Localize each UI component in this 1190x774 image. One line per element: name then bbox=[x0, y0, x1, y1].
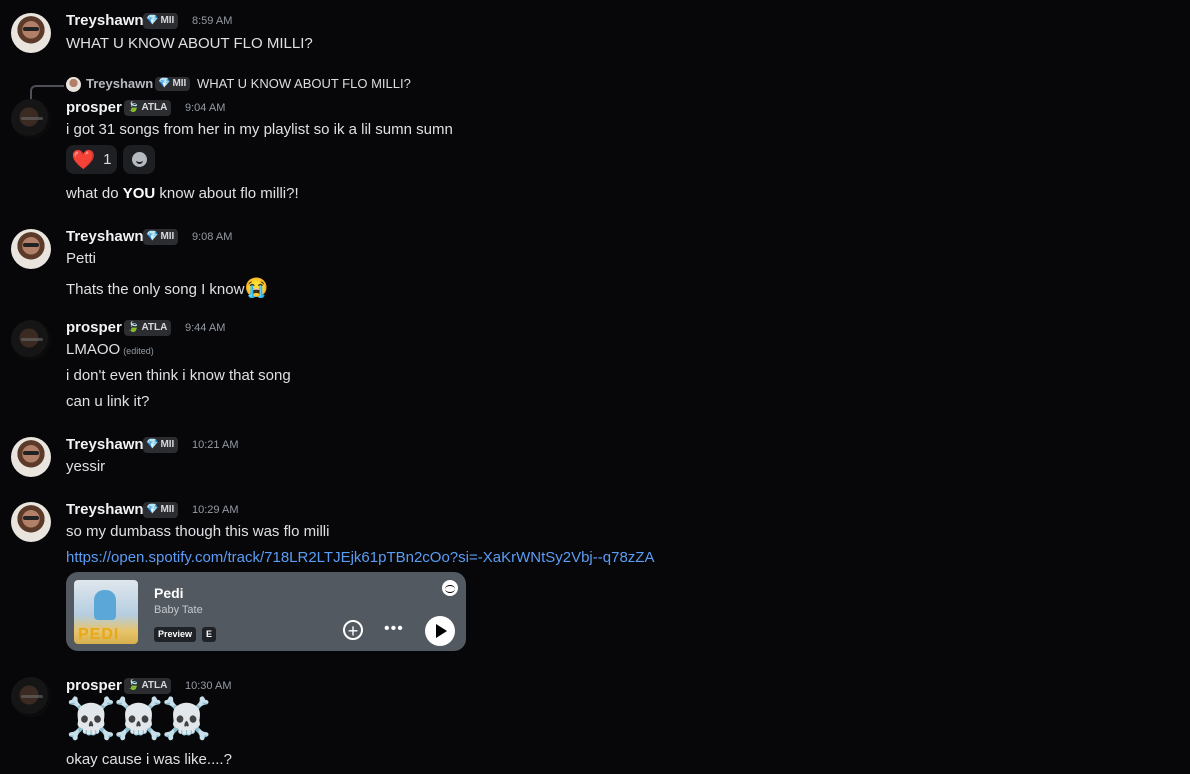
spotify-logo-icon[interactable] bbox=[442, 580, 458, 596]
heart-icon: ❤️ bbox=[71, 149, 96, 171]
timestamp[interactable]: 9:04 AM bbox=[185, 102, 225, 114]
play-button[interactable] bbox=[425, 616, 455, 646]
message-text: i got 31 songs from her in my playlist s… bbox=[66, 121, 453, 138]
role-badge[interactable]: 🍃 ATLA bbox=[124, 320, 172, 336]
avatar[interactable] bbox=[11, 13, 51, 53]
author-name[interactable]: prosper bbox=[66, 319, 122, 336]
spotify-embed[interactable]: PEDI Pedi Baby Tate Preview E + ••• bbox=[66, 572, 466, 651]
cover-text: PEDI bbox=[78, 626, 120, 643]
leaf-icon: 🍃 bbox=[127, 322, 140, 333]
reaction-heart[interactable]: ❤️ 1 bbox=[66, 145, 117, 174]
author-name[interactable]: prosper bbox=[66, 677, 122, 694]
track-artist[interactable]: Baby Tate bbox=[154, 604, 203, 616]
reply-preview[interactable]: WHAT U KNOW ABOUT FLO MILLI? bbox=[197, 76, 411, 91]
timestamp[interactable]: 10:30 AM bbox=[185, 680, 231, 692]
message-text: Petti bbox=[66, 250, 97, 267]
timestamp[interactable]: 8:59 AM bbox=[192, 15, 232, 27]
more-options-icon[interactable]: ••• bbox=[384, 620, 404, 638]
role-badge[interactable]: 💎 MII bbox=[143, 437, 179, 453]
message-text: okay cause i was like....? bbox=[66, 751, 232, 768]
timestamp[interactable]: 9:44 AM bbox=[185, 322, 225, 334]
role-badge[interactable]: 💎 MII bbox=[143, 502, 179, 518]
reply-role-badge: 💎 MII bbox=[155, 77, 191, 91]
gem-icon: 💎 bbox=[146, 439, 159, 450]
message-text: LMAOO (edited) bbox=[66, 341, 154, 358]
avatar[interactable] bbox=[11, 99, 51, 139]
track-title[interactable]: Pedi bbox=[154, 585, 184, 601]
message-text: yessir bbox=[66, 458, 106, 475]
explicit-chip: E bbox=[202, 627, 217, 642]
preview-chip: Preview bbox=[154, 627, 197, 642]
crying-emoji-icon: 😭 bbox=[244, 278, 269, 299]
role-badge[interactable]: 🍃 ATLA bbox=[124, 100, 172, 116]
gem-icon: 💎 bbox=[158, 78, 171, 89]
avatar[interactable] bbox=[11, 437, 51, 477]
avatar[interactable] bbox=[11, 677, 51, 717]
gem-icon: 💎 bbox=[146, 15, 159, 26]
add-reaction-button[interactable] bbox=[123, 145, 155, 174]
author-name[interactable]: Treyshawn bbox=[66, 228, 144, 245]
author-name[interactable]: Treyshawn bbox=[66, 436, 144, 453]
message-text: what do YOU know about flo milli?! bbox=[66, 185, 299, 202]
message-text: can u link it? bbox=[66, 393, 150, 410]
reply-author[interactable]: Treyshawn bbox=[86, 76, 153, 91]
reply-avatar[interactable] bbox=[66, 77, 81, 92]
author-name[interactable]: Treyshawn bbox=[66, 12, 144, 29]
message-text: so my dumbass though this was flo milli bbox=[66, 523, 330, 540]
reaction-count: 1 bbox=[103, 151, 112, 168]
author-name[interactable]: Treyshawn bbox=[66, 501, 144, 518]
leaf-icon: 🍃 bbox=[127, 102, 140, 113]
add-icon[interactable]: + bbox=[343, 620, 363, 641]
avatar[interactable] bbox=[11, 229, 51, 269]
skull-emoji-icon: ☠️☠️☠️ bbox=[66, 697, 211, 741]
avatar[interactable] bbox=[11, 502, 51, 542]
role-badge[interactable]: 🍃 ATLA bbox=[124, 678, 172, 694]
spotify-link[interactable]: https://open.spotify.com/track/718LR2LTJ… bbox=[66, 549, 654, 566]
message-text: Thats the only song I know😭 bbox=[66, 278, 269, 299]
author-name[interactable]: prosper bbox=[66, 99, 122, 116]
message-text: i don't even think i know that song bbox=[66, 367, 291, 384]
timestamp[interactable]: 9:08 AM bbox=[192, 231, 232, 243]
avatar[interactable] bbox=[11, 320, 51, 360]
role-badge[interactable]: 💎 MII bbox=[143, 13, 179, 29]
timestamp[interactable]: 10:29 AM bbox=[192, 504, 238, 516]
edited-marker: (edited) bbox=[123, 346, 154, 356]
album-cover[interactable]: PEDI bbox=[74, 580, 138, 644]
gem-icon: 💎 bbox=[146, 504, 159, 515]
gem-icon: 💎 bbox=[146, 231, 159, 242]
smiley-icon bbox=[131, 152, 147, 167]
cover-art bbox=[94, 590, 116, 620]
role-badge[interactable]: 💎 MII bbox=[143, 229, 179, 245]
leaf-icon: 🍃 bbox=[127, 680, 140, 691]
timestamp[interactable]: 10:21 AM bbox=[192, 439, 238, 451]
message-text: WHAT U KNOW ABOUT FLO MILLI? bbox=[66, 35, 313, 52]
